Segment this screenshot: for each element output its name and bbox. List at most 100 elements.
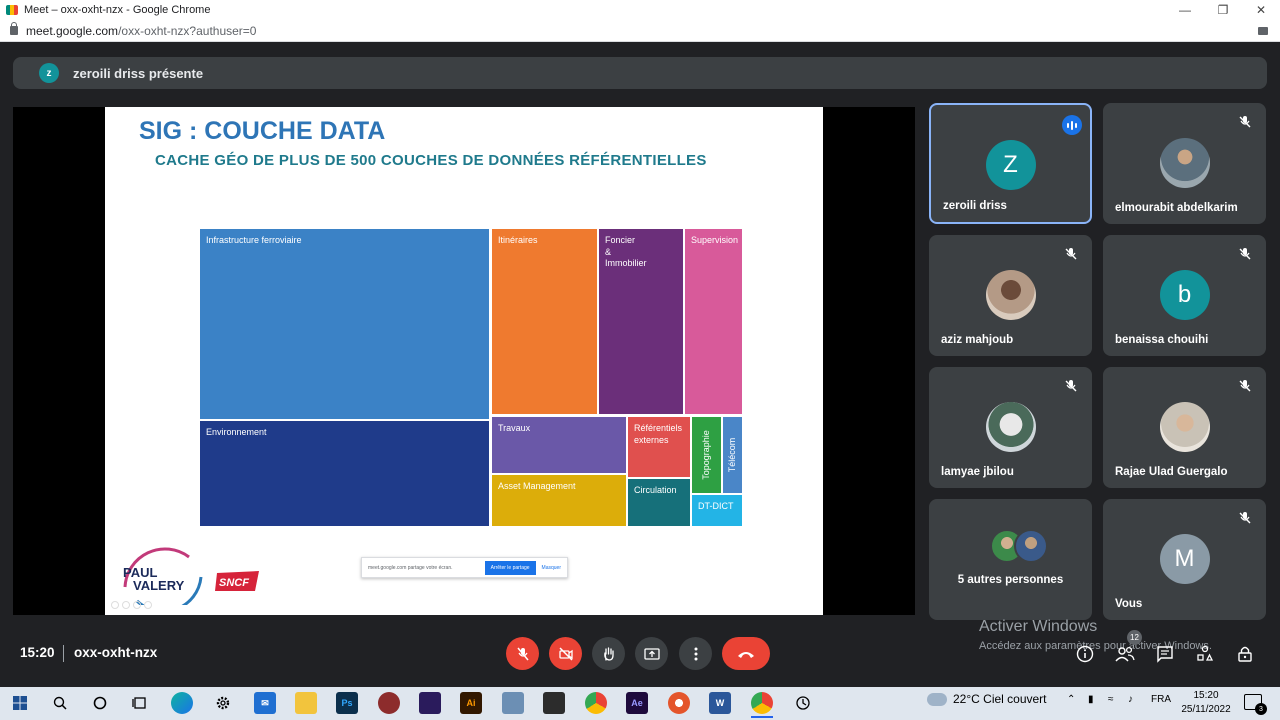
store-icon[interactable] xyxy=(543,692,565,714)
windows-start-button[interactable] xyxy=(9,692,31,714)
chat-button[interactable] xyxy=(1154,643,1176,665)
lock-icon[interactable] xyxy=(10,22,18,35)
word-icon[interactable]: W xyxy=(709,692,731,714)
speaking-indicator-icon xyxy=(1062,115,1082,135)
treemap-tile-label: Topographie xyxy=(700,430,711,480)
participant-photo xyxy=(985,270,1036,320)
treemap-tile: Référentiels externes xyxy=(628,417,690,477)
weather-widget[interactable]: 22°C Ciel couvert xyxy=(927,692,1047,706)
minimize-button[interactable]: — xyxy=(1166,3,1204,17)
slide-pen-icon[interactable] xyxy=(133,601,141,609)
participant-tile-lamyae-jbilou[interactable]: lamyae jbilou xyxy=(929,367,1092,488)
mic-off-icon xyxy=(1065,380,1077,392)
lock-person-icon xyxy=(1238,646,1252,662)
windows-activation-title: Activer Windows xyxy=(979,618,1098,635)
slide-prev-icon[interactable] xyxy=(111,601,119,609)
more-options-button[interactable] xyxy=(679,637,712,670)
firefox-like-icon[interactable] xyxy=(668,692,690,714)
more-vert-icon xyxy=(694,647,697,660)
presenter-banner: z zeroili driss présente xyxy=(13,57,1267,89)
toggle-camera-button[interactable] xyxy=(549,637,582,670)
photoshop-icon[interactable]: Ps xyxy=(336,692,358,714)
participant-name: Rajae Ulad Guergalo xyxy=(1115,466,1228,478)
raise-hand-button[interactable] xyxy=(592,637,625,670)
maximize-button[interactable]: ❐ xyxy=(1204,3,1242,17)
share-toast-text: meet.google.com partage votre écran. xyxy=(368,564,453,571)
chat-icon xyxy=(1157,646,1173,663)
stop-sharing-button[interactable]: Arrêter le partage xyxy=(484,560,536,575)
windows-logo-icon xyxy=(13,696,27,710)
svg-text:SNCF: SNCF xyxy=(219,577,249,589)
participant-tile-others[interactable]: 5 autres personnes xyxy=(929,499,1092,620)
window-title: Meet – oxx-oxht-nzx - Google Chrome xyxy=(24,4,211,16)
notification-center-icon[interactable]: 3 xyxy=(1244,694,1267,715)
system-time: 15:20 xyxy=(1193,690,1219,701)
meet-favicon-icon xyxy=(6,5,18,15)
mic-off-icon xyxy=(1239,380,1251,392)
participant-name: Vous xyxy=(1115,598,1143,610)
host-controls-button[interactable] xyxy=(1234,643,1256,665)
volume-icon[interactable]: ♪ xyxy=(1128,694,1133,705)
language-indicator[interactable]: FRA xyxy=(1151,694,1171,705)
file-explorer-icon[interactable] xyxy=(295,692,317,714)
slide-title: SIG : COUCHE DATA xyxy=(139,117,386,145)
chevron-up-icon[interactable]: ⌃ xyxy=(1067,694,1075,705)
edge-icon[interactable] xyxy=(171,692,193,714)
cortana-icon[interactable] xyxy=(89,692,111,714)
participant-photo xyxy=(1159,402,1210,452)
slide-toolbar xyxy=(111,601,152,609)
participant-tile-zeroili-driss[interactable]: Z zeroili driss xyxy=(929,103,1092,224)
activities-button[interactable] xyxy=(1194,643,1216,665)
presenter-banner-text: zeroili driss présente xyxy=(73,65,204,81)
participant-name: benaissa chouihi xyxy=(1115,334,1209,346)
chrome-icon[interactable] xyxy=(585,692,607,714)
camera-off-icon xyxy=(558,646,573,661)
meeting-details-button[interactable] xyxy=(1074,643,1096,665)
participant-tile-elmourabit-abdelkarim[interactable]: elmourabit abdelkarim xyxy=(1103,103,1266,224)
photos-app-icon[interactable] xyxy=(502,692,524,714)
meeting-code[interactable]: oxx-oxht-nzx xyxy=(74,645,157,660)
sncf-reseau-logo: SNCF xyxy=(215,571,259,591)
treemap-tile: Asset Management xyxy=(492,475,626,526)
camera-in-use-icon[interactable] xyxy=(1258,26,1268,35)
slide-next-icon[interactable] xyxy=(122,601,130,609)
close-window-button[interactable]: ✕ xyxy=(1242,3,1280,17)
leave-call-button[interactable] xyxy=(722,637,770,670)
hang-up-icon xyxy=(738,651,754,658)
mail-icon[interactable]: ✉ xyxy=(254,692,276,714)
battery-icon[interactable]: ▮ xyxy=(1088,694,1094,705)
participant-tile-vous[interactable]: M Vous xyxy=(1103,499,1266,620)
mic-off-icon xyxy=(1065,248,1077,260)
participant-tile-benaissa-chouihi[interactable]: b benaissa chouihi xyxy=(1103,235,1266,356)
after-effects-icon[interactable]: Ae xyxy=(626,692,648,714)
address-bar[interactable]: meet.google.com/oxx-oxht-nzx?authuser=0 xyxy=(0,20,1280,42)
slide-zoom-icon[interactable] xyxy=(144,601,152,609)
search-icon[interactable] xyxy=(49,692,71,714)
settings-gear-icon[interactable] xyxy=(212,692,234,714)
browser-title-bar: Meet – oxx-oxht-nzx - Google Chrome — ❐ … xyxy=(0,0,1280,20)
mic-off-icon xyxy=(1239,116,1251,128)
divider xyxy=(63,645,64,662)
illustrator-icon[interactable]: Ai xyxy=(460,692,482,714)
people-icon xyxy=(1115,646,1135,662)
task-view-icon[interactable] xyxy=(129,692,151,714)
treemap-tile: Circulation xyxy=(628,479,690,526)
present-screen-button[interactable] xyxy=(635,637,668,670)
wifi-icon[interactable]: ≈ xyxy=(1108,694,1114,705)
toggle-microphone-button[interactable] xyxy=(506,637,539,670)
participant-tile-aziz-mahjoub[interactable]: aziz mahjoub xyxy=(929,235,1092,356)
mic-off-icon xyxy=(516,647,529,660)
media-player-icon[interactable] xyxy=(378,692,400,714)
treemap-tile: DT-DICT xyxy=(692,495,742,526)
people-button[interactable] xyxy=(1114,643,1136,665)
cloud-icon xyxy=(927,692,947,706)
activities-icon xyxy=(1197,645,1214,661)
chrome-active-icon[interactable] xyxy=(751,692,773,718)
participant-name: aziz mahjoub xyxy=(941,334,1014,346)
premiere-like-app-icon[interactable] xyxy=(419,692,441,714)
participant-tile-rajae-ulad-guergalo[interactable]: Rajae Ulad Guergalo xyxy=(1103,367,1266,488)
hide-toast-button[interactable]: Masquer xyxy=(542,565,561,571)
system-clock[interactable]: 15:20 25/11/2022 xyxy=(1178,689,1234,717)
universite-paul-valery-logo: PAUL VALERY xyxy=(123,547,203,605)
clock-app-icon[interactable] xyxy=(792,692,814,714)
